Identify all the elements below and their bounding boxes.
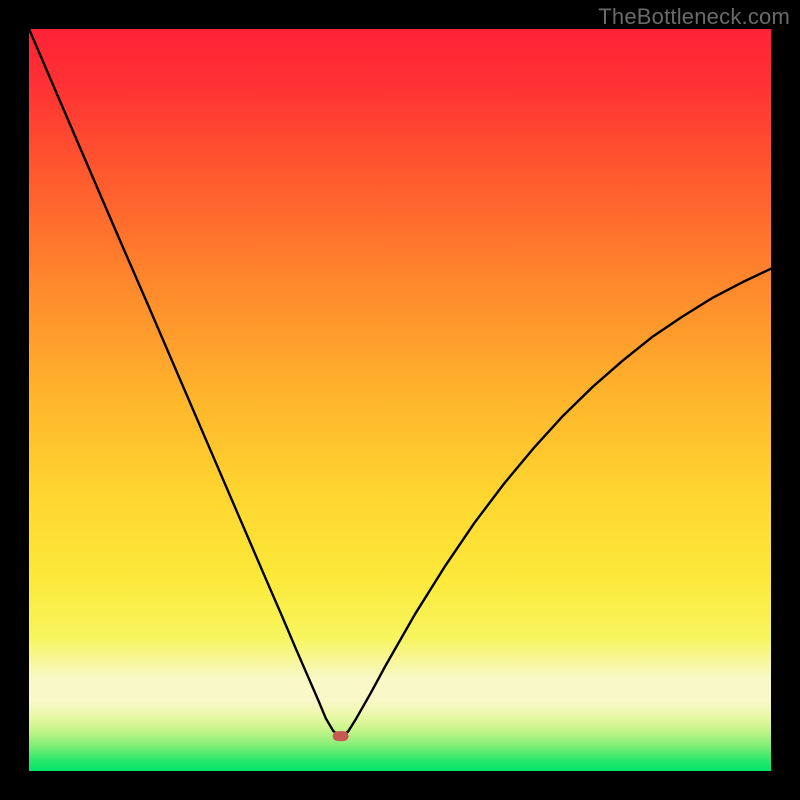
min-marker-dot — [333, 731, 349, 741]
chart-frame: TheBottleneck.com — [0, 0, 800, 800]
watermark-text: TheBottleneck.com — [598, 4, 790, 30]
plot-area — [29, 29, 771, 771]
gradient-background — [29, 29, 771, 771]
min-marker — [333, 731, 349, 741]
plot-svg — [29, 29, 771, 771]
